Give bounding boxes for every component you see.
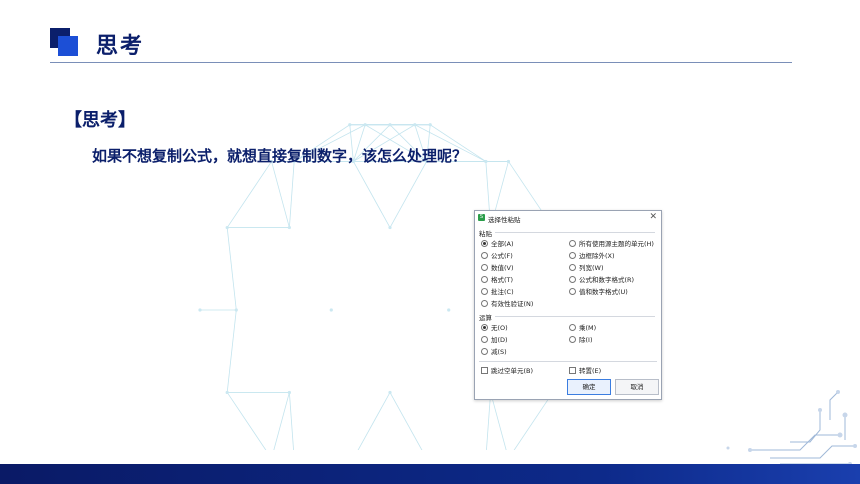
- radio-icon: [569, 287, 576, 295]
- paste-option-formula[interactable]: 公式(F): [481, 251, 513, 261]
- section-divider: [495, 232, 655, 233]
- dialog-title: 选择性粘贴: [488, 216, 521, 224]
- paste-option-formula-number-format[interactable]: 公式和数字格式(R): [569, 275, 634, 285]
- operation-option-none[interactable]: 无(O): [481, 323, 508, 333]
- slide: 思考 【思考】 如果不想复制公式，就想直接复制数字，该怎么处理呢？ S 选择性粘…: [0, 0, 860, 484]
- paste-option-all[interactable]: 全部(A): [481, 239, 514, 249]
- radio-icon: [569, 239, 576, 247]
- radio-icon: [481, 263, 488, 271]
- radio-icon: [481, 275, 488, 283]
- section-divider: [495, 316, 655, 317]
- page-title: 思考: [96, 34, 145, 59]
- operation-section-label: 运算: [479, 314, 492, 322]
- radio-icon: [481, 347, 488, 355]
- radio-icon: [481, 323, 488, 331]
- paste-option-format[interactable]: 格式(T): [481, 275, 513, 285]
- paste-option-column-width[interactable]: 列宽(W): [569, 263, 604, 273]
- radio-icon: [569, 335, 576, 343]
- radio-icon: [481, 335, 488, 343]
- radio-icon: [481, 239, 488, 247]
- close-icon[interactable]: ✕: [649, 212, 657, 222]
- operation-option-add[interactable]: 加(D): [481, 335, 508, 345]
- paste-section-label: 粘贴: [479, 230, 492, 238]
- paste-special-dialog: S 选择性粘贴 ✕ 粘贴 全部(A) 公式(F) 数值(V) 格式(T) 批注(…: [474, 210, 662, 400]
- app-icon: S: [478, 214, 485, 221]
- radio-icon: [481, 299, 488, 307]
- circuit-decoration: [726, 390, 857, 466]
- skip-blanks-checkbox[interactable]: 跳过空单元(B): [481, 366, 533, 376]
- radio-icon: [569, 323, 576, 331]
- radio-icon: [569, 275, 576, 283]
- radio-icon: [569, 251, 576, 259]
- paste-option-value-number-format[interactable]: 值和数字格式(U): [569, 287, 628, 297]
- radio-icon: [569, 263, 576, 271]
- paste-option-no-border[interactable]: 边框除外(X): [569, 251, 615, 261]
- bottom-band: [0, 464, 860, 484]
- section-divider: [479, 361, 657, 362]
- operation-option-subtract[interactable]: 减(S): [481, 347, 507, 357]
- header-square-icon: [50, 28, 78, 56]
- operation-option-divide[interactable]: 除(I): [569, 335, 593, 345]
- ok-button[interactable]: 确定: [567, 379, 611, 395]
- checkbox-icon: [569, 366, 576, 374]
- checkbox-icon: [481, 366, 488, 374]
- paste-option-validation[interactable]: 有效性验证(N): [481, 299, 533, 309]
- radio-icon: [481, 287, 488, 295]
- dialog-titlebar[interactable]: S 选择性粘贴 ✕: [475, 211, 661, 225]
- radio-icon: [481, 251, 488, 259]
- paste-option-value[interactable]: 数值(V): [481, 263, 514, 273]
- paste-option-comment[interactable]: 批注(C): [481, 287, 514, 297]
- operation-option-multiply[interactable]: 乘(M): [569, 323, 596, 333]
- paste-option-source-theme[interactable]: 所有使用源主题的单元(H): [569, 239, 654, 249]
- cancel-button[interactable]: 取消: [615, 379, 659, 395]
- header-divider: [50, 62, 792, 63]
- question-text: 如果不想复制公式，就想直接复制数字，该怎么处理呢？: [92, 147, 468, 165]
- question-label: 【思考】: [64, 110, 136, 131]
- transpose-checkbox[interactable]: 转置(E): [569, 366, 601, 376]
